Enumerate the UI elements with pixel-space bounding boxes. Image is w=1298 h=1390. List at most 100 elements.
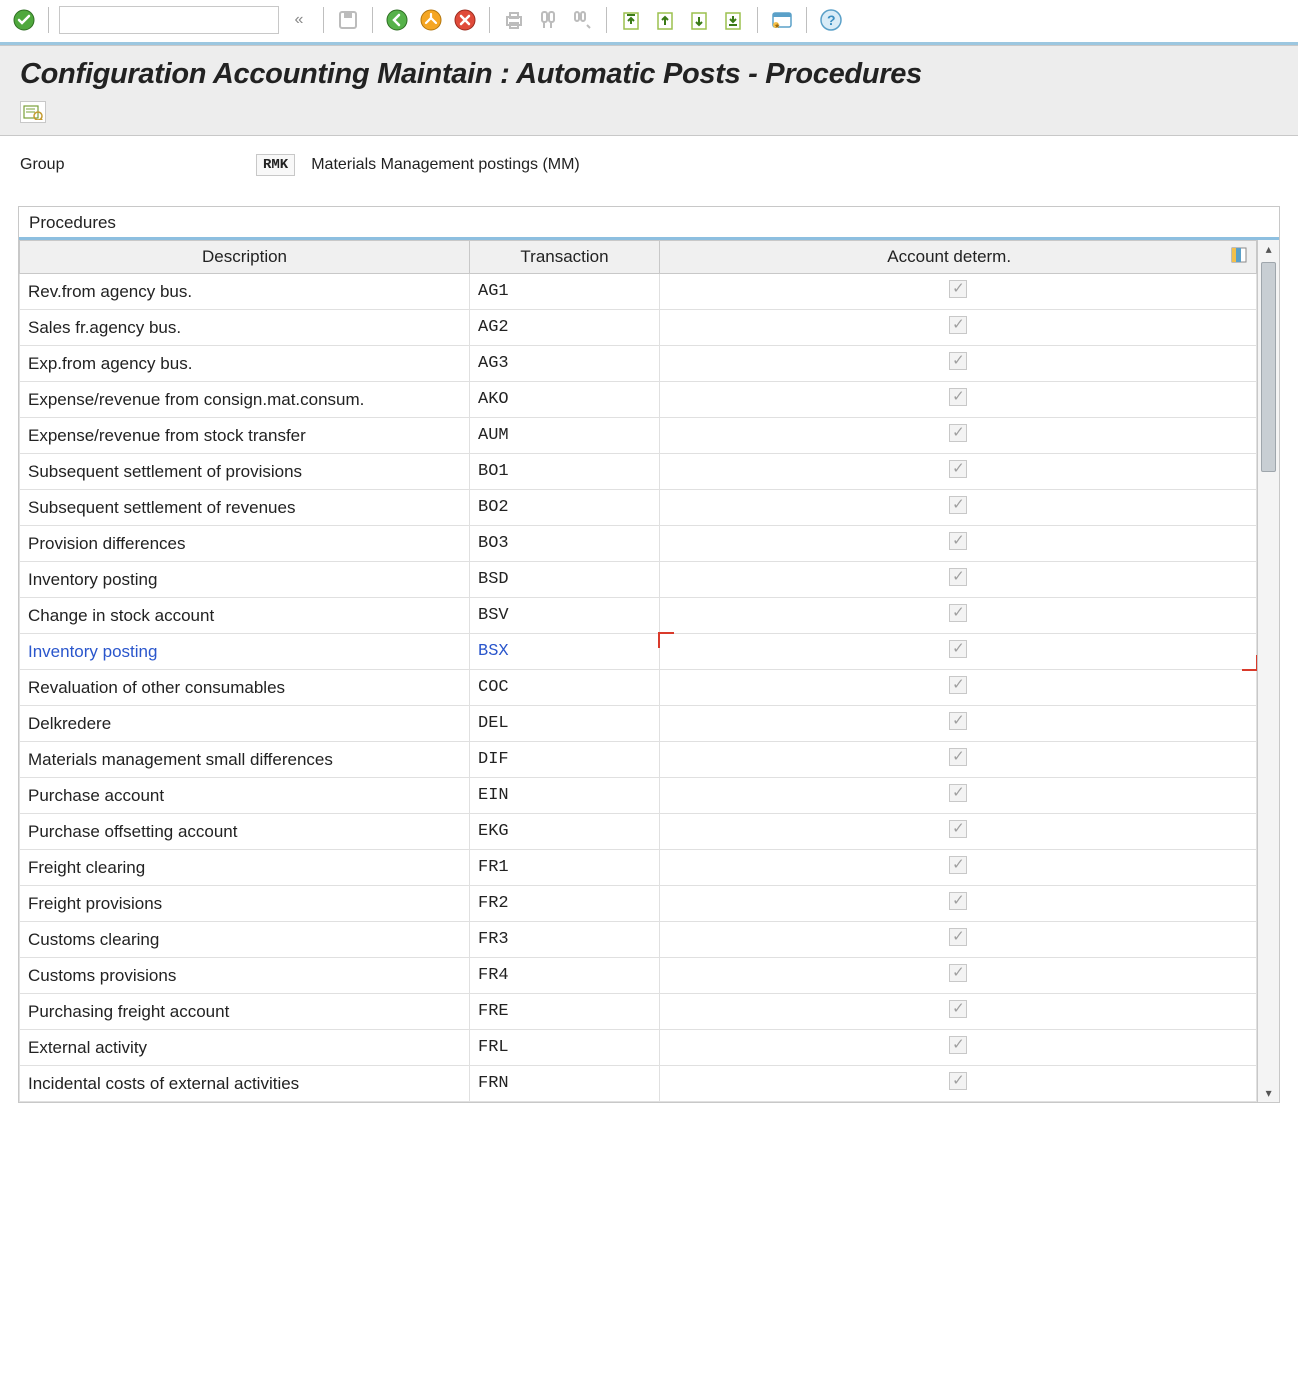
table-row[interactable]: Customs clearingFR3 xyxy=(20,922,1257,958)
cell-description[interactable]: Delkredere xyxy=(20,706,470,742)
table-row[interactable]: Purchase accountEIN xyxy=(20,778,1257,814)
find-next-icon[interactable] xyxy=(568,6,596,34)
table-row[interactable]: Change in stock accountBSV xyxy=(20,598,1257,634)
cell-transaction[interactable]: FRE xyxy=(470,994,660,1030)
col-description[interactable]: Description xyxy=(20,241,470,274)
cell-description[interactable]: Purchase account xyxy=(20,778,470,814)
cell-account-determ[interactable] xyxy=(660,310,1257,346)
choose-button[interactable] xyxy=(20,101,46,123)
cell-transaction[interactable]: COC xyxy=(470,670,660,706)
cell-description[interactable]: Inventory posting xyxy=(20,562,470,598)
scroll-thumb[interactable] xyxy=(1261,262,1276,472)
cell-transaction[interactable]: DEL xyxy=(470,706,660,742)
cell-description[interactable]: Incidental costs of external activities xyxy=(20,1066,470,1102)
table-row[interactable]: DelkredereDEL xyxy=(20,706,1257,742)
cell-account-determ[interactable] xyxy=(660,418,1257,454)
scroll-up-icon[interactable]: ▴ xyxy=(1258,240,1279,258)
cell-transaction[interactable]: FR2 xyxy=(470,886,660,922)
table-row[interactable]: Purchasing freight accountFRE xyxy=(20,994,1257,1030)
column-settings-icon[interactable] xyxy=(1230,247,1248,265)
table-row[interactable]: Customs provisionsFR4 xyxy=(20,958,1257,994)
table-row[interactable]: Incidental costs of external activitiesF… xyxy=(20,1066,1257,1102)
table-row[interactable]: External activityFRL xyxy=(20,1030,1257,1066)
table-row[interactable]: Subsequent settlement of provisionsBO1 xyxy=(20,454,1257,490)
cell-account-determ[interactable] xyxy=(660,778,1257,814)
exit-icon[interactable] xyxy=(417,6,445,34)
cell-account-determ[interactable] xyxy=(660,886,1257,922)
cancel-icon[interactable] xyxy=(451,6,479,34)
cell-transaction[interactable]: AG1 xyxy=(470,274,660,310)
table-row[interactable]: Rev.from agency bus.AG1 xyxy=(20,274,1257,310)
table-row[interactable]: Freight clearingFR1 xyxy=(20,850,1257,886)
cell-transaction[interactable]: BO3 xyxy=(470,526,660,562)
cell-description[interactable]: Customs clearing xyxy=(20,922,470,958)
table-row[interactable]: Purchase offsetting accountEKG xyxy=(20,814,1257,850)
cell-description[interactable]: Purchasing freight account xyxy=(20,994,470,1030)
cell-transaction[interactable]: BO2 xyxy=(470,490,660,526)
cell-account-determ[interactable] xyxy=(660,634,1257,670)
cell-description[interactable]: Expense/revenue from stock transfer xyxy=(20,418,470,454)
scroll-down-icon[interactable]: ▾ xyxy=(1258,1084,1279,1102)
cell-description[interactable]: Rev.from agency bus. xyxy=(20,274,470,310)
cell-account-determ[interactable] xyxy=(660,454,1257,490)
table-row[interactable]: Exp.from agency bus.AG3 xyxy=(20,346,1257,382)
cell-description[interactable]: Freight provisions xyxy=(20,886,470,922)
table-row[interactable]: Subsequent settlement of revenuesBO2 xyxy=(20,490,1257,526)
help-icon[interactable]: ? xyxy=(817,6,845,34)
table-row[interactable]: Inventory postingBSX xyxy=(20,634,1257,670)
prev-page-icon[interactable] xyxy=(651,6,679,34)
last-page-icon[interactable] xyxy=(719,6,747,34)
cell-account-determ[interactable] xyxy=(660,382,1257,418)
cell-description[interactable]: Subsequent settlement of revenues xyxy=(20,490,470,526)
cell-description[interactable]: Sales fr.agency bus. xyxy=(20,310,470,346)
find-icon[interactable] xyxy=(534,6,562,34)
table-row[interactable]: Revaluation of other consumablesCOC xyxy=(20,670,1257,706)
cell-description[interactable]: Inventory posting xyxy=(20,634,470,670)
col-account-determ[interactable]: Account determ. xyxy=(660,241,1257,274)
cell-transaction[interactable]: EIN xyxy=(470,778,660,814)
cell-account-determ[interactable] xyxy=(660,598,1257,634)
cell-account-determ[interactable] xyxy=(660,742,1257,778)
cell-description[interactable]: Freight clearing xyxy=(20,850,470,886)
cell-account-determ[interactable] xyxy=(660,1066,1257,1102)
cell-transaction[interactable]: FRN xyxy=(470,1066,660,1102)
cell-transaction[interactable]: EKG xyxy=(470,814,660,850)
cell-transaction[interactable]: BSD xyxy=(470,562,660,598)
cell-description[interactable]: Provision differences xyxy=(20,526,470,562)
cell-account-determ[interactable] xyxy=(660,490,1257,526)
save-icon[interactable] xyxy=(334,6,362,34)
cell-account-determ[interactable] xyxy=(660,850,1257,886)
cell-description[interactable]: Subsequent settlement of provisions xyxy=(20,454,470,490)
first-page-icon[interactable] xyxy=(617,6,645,34)
vertical-scrollbar[interactable]: ▴ ▾ xyxy=(1257,240,1279,1102)
cell-description[interactable]: Customs provisions xyxy=(20,958,470,994)
cell-account-determ[interactable] xyxy=(660,706,1257,742)
cell-account-determ[interactable] xyxy=(660,274,1257,310)
cell-transaction[interactable]: AUM xyxy=(470,418,660,454)
cell-account-determ[interactable] xyxy=(660,922,1257,958)
cell-description[interactable]: Revaluation of other consumables xyxy=(20,670,470,706)
cell-account-determ[interactable] xyxy=(660,562,1257,598)
cell-account-determ[interactable] xyxy=(660,670,1257,706)
cell-description[interactable]: External activity xyxy=(20,1030,470,1066)
cell-transaction[interactable]: FR1 xyxy=(470,850,660,886)
cell-account-determ[interactable] xyxy=(660,958,1257,994)
back-icon[interactable] xyxy=(383,6,411,34)
cell-transaction[interactable]: BSX xyxy=(470,634,660,670)
cell-description[interactable]: Materials management small differences xyxy=(20,742,470,778)
ok-icon[interactable] xyxy=(10,6,38,34)
cell-account-determ[interactable] xyxy=(660,814,1257,850)
table-row[interactable]: Provision differencesBO3 xyxy=(20,526,1257,562)
table-row[interactable]: Expense/revenue from stock transferAUM xyxy=(20,418,1257,454)
cell-account-determ[interactable] xyxy=(660,994,1257,1030)
cell-description[interactable]: Change in stock account xyxy=(20,598,470,634)
new-session-icon[interactable]: ★ xyxy=(768,6,796,34)
print-icon[interactable] xyxy=(500,6,528,34)
cell-transaction[interactable]: DIF xyxy=(470,742,660,778)
table-row[interactable]: Expense/revenue from consign.mat.consum.… xyxy=(20,382,1257,418)
cell-account-determ[interactable] xyxy=(660,346,1257,382)
cell-account-determ[interactable] xyxy=(660,526,1257,562)
cell-transaction[interactable]: BSV xyxy=(470,598,660,634)
cell-account-determ[interactable] xyxy=(660,1030,1257,1066)
command-field[interactable] xyxy=(59,6,279,34)
